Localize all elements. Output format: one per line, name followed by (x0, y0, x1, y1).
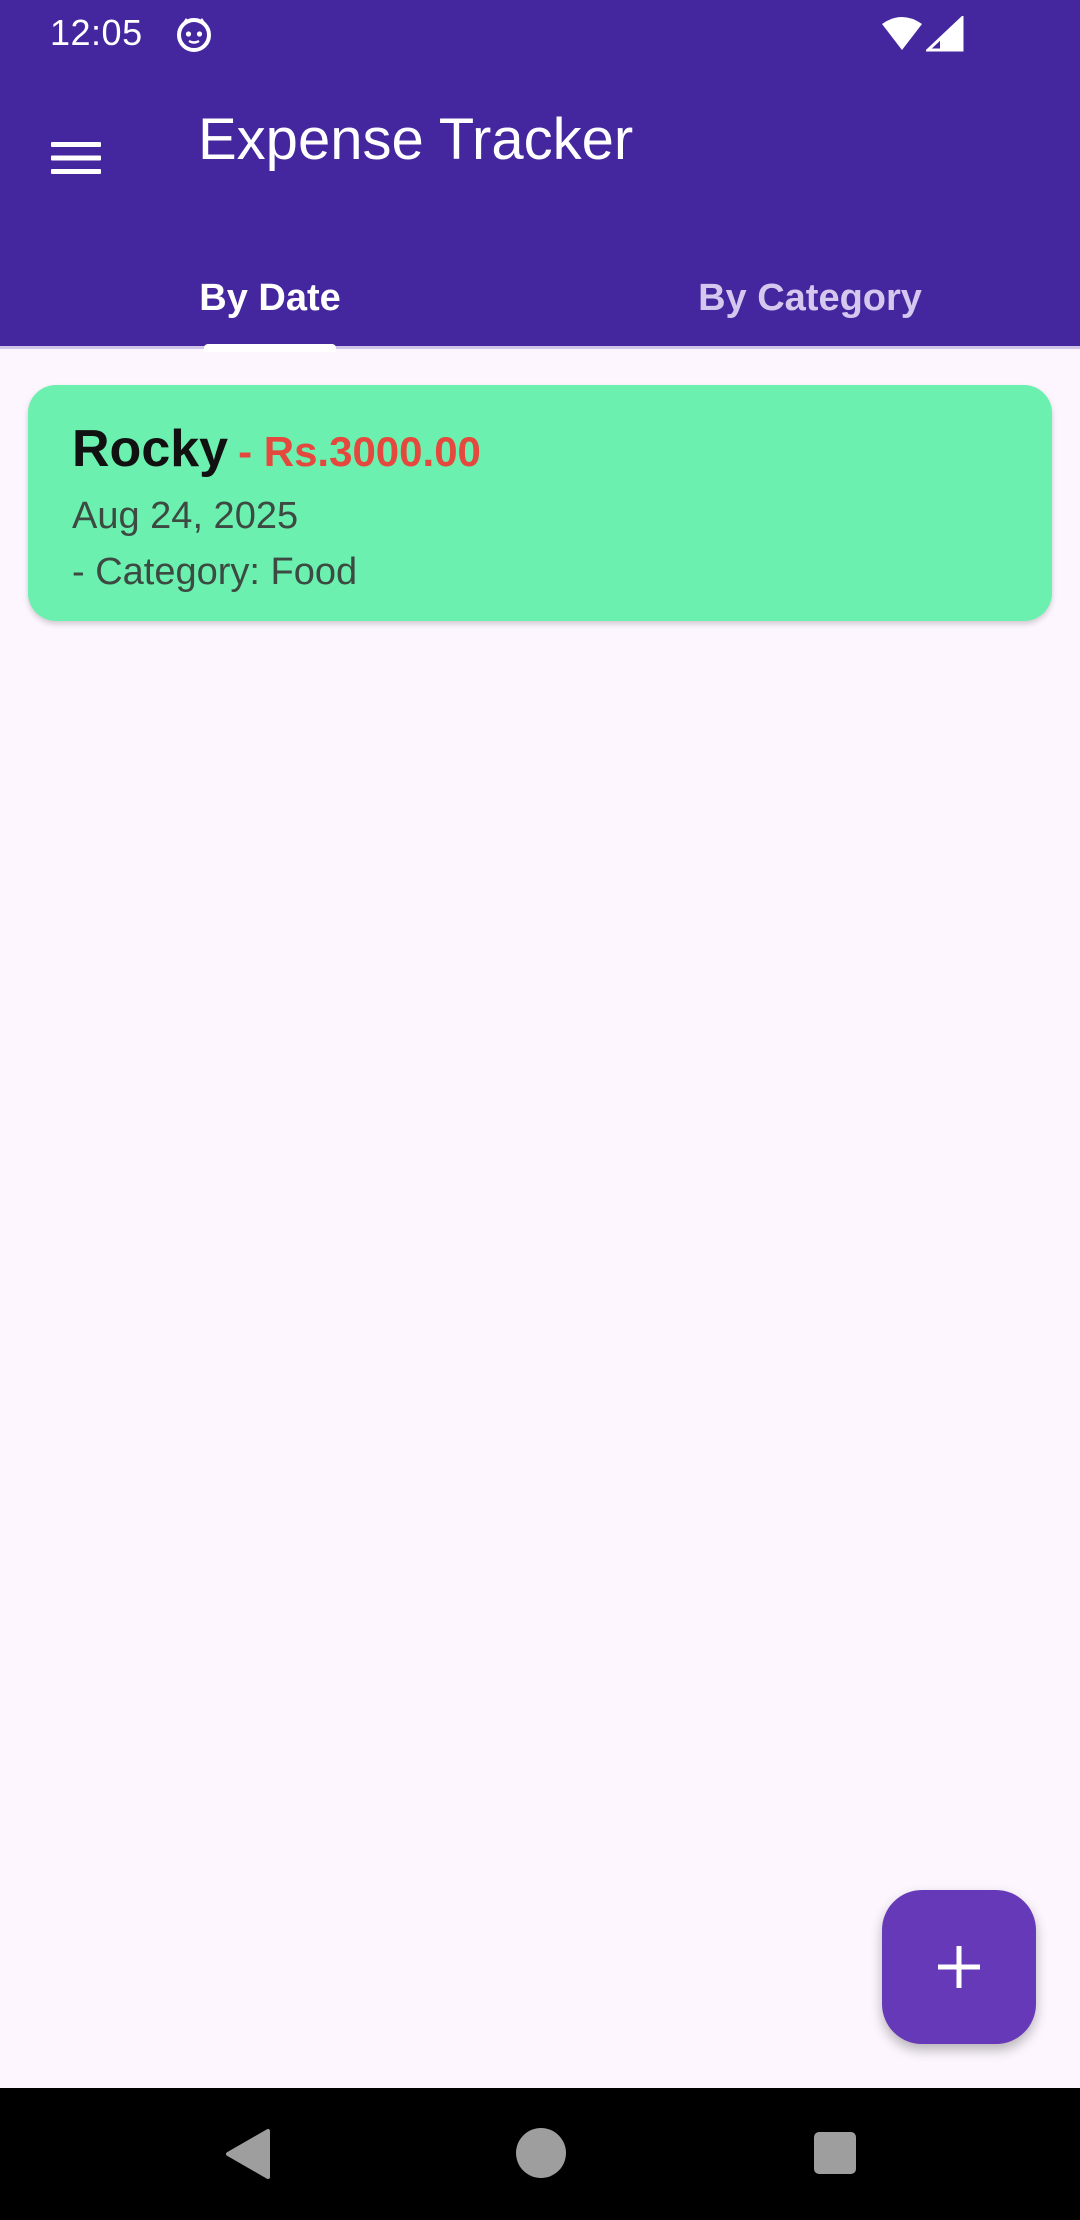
expense-amount: - Rs.3000.00 (238, 428, 481, 475)
wifi-icon (882, 17, 922, 50)
tab-divider (0, 346, 1080, 349)
expense-date: Aug 24, 2025 (72, 495, 299, 537)
app-bar: Expense Tracker By Date By Category (0, 68, 1080, 352)
status-time: 12:05 (50, 12, 143, 53)
back-triangle-icon[interactable] (222, 2128, 274, 2180)
expense-card[interactable]: Rocky - Rs.3000.00 Aug 24, 2025 - Categor… (28, 385, 1052, 621)
tab-bar: By Date By Category (0, 248, 1080, 348)
tab-indicator (204, 344, 336, 352)
home-circle-icon[interactable] (516, 2128, 566, 2178)
navigation-bar (0, 2088, 1080, 2220)
menu-button[interactable] (36, 118, 116, 198)
hamburger-menu-icon (51, 142, 101, 174)
screen: 12:05 Expense Tracker By Date By Categor… (0, 0, 1080, 2220)
plus-icon (938, 1946, 980, 1988)
status-bar: 12:05 (0, 0, 1080, 68)
expense-header: Rocky - Rs.3000.00 (72, 419, 481, 479)
cell-signal-icon (926, 16, 964, 52)
add-expense-button[interactable] (882, 1890, 1036, 2044)
cat-face-icon (177, 18, 211, 52)
tab-by-date[interactable]: By Date (0, 248, 540, 348)
expense-category: - Category: Food (72, 551, 358, 593)
expense-name: Rocky (72, 420, 229, 478)
tab-by-category[interactable]: By Category (540, 248, 1080, 348)
app-title: Expense Tracker (198, 107, 634, 172)
recents-square-icon[interactable] (814, 2132, 856, 2174)
